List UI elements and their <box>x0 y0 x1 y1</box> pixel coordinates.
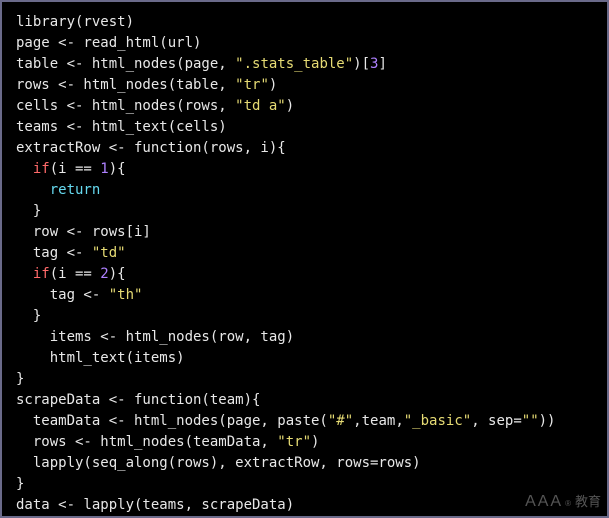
code-token: )[ <box>353 56 370 72</box>
code-line: tag <- "th" <box>16 287 142 303</box>
code-token: } <box>33 308 41 324</box>
code-token: tag <- <box>33 245 92 261</box>
code-token: teams <- html_text(cells) <box>16 119 227 135</box>
code-line: tag <- "td" <box>16 245 126 261</box>
code-line: page <- read_html(url) <box>16 35 201 51</box>
code-token: ".stats_table" <box>235 56 353 72</box>
code-token: return <box>50 182 101 198</box>
code-line: rows <- html_nodes(teamData, "tr") <box>16 434 319 450</box>
code-token: lapply(seq_along(rows), extractRow, rows… <box>33 455 421 471</box>
code-token: } <box>16 476 24 492</box>
code-line: } <box>16 476 24 492</box>
code-token: "td" <box>92 245 126 261</box>
code-token: items <- html_nodes(row, tag) <box>50 329 294 345</box>
code-line: } <box>16 371 24 387</box>
code-token: cells <- html_nodes(rows, <box>16 98 235 114</box>
code-line: html_text(items) <box>16 350 185 366</box>
code-line: extractRow <- function(rows, i){ <box>16 140 286 156</box>
code-line: if(i == 1){ <box>16 161 126 177</box>
code-token: , sep= <box>471 413 522 429</box>
code-token: extractRow <- function(rows, i){ <box>16 140 286 156</box>
code-line: if(i == 2){ <box>16 266 126 282</box>
code-token: ) <box>286 98 294 114</box>
code-line: } <box>16 203 41 219</box>
code-token: ) <box>311 434 319 450</box>
code-token: library(rvest) <box>16 14 134 30</box>
code-line: data <- lapply(teams, scrapeData) <box>16 497 294 513</box>
code-token: rows <- html_nodes(teamData, <box>33 434 277 450</box>
code-line: teams <- html_text(cells) <box>16 119 227 135</box>
code-line: } <box>16 308 41 324</box>
code-line: row <- rows[i] <box>16 224 151 240</box>
code-token: } <box>16 371 24 387</box>
code-token: html_text(items) <box>50 350 185 366</box>
code-token: ) <box>269 77 277 93</box>
code-token: (i == <box>50 161 101 177</box>
code-token: "tr" <box>235 77 269 93</box>
code-token: 1 <box>100 161 108 177</box>
code-block: library(rvest) page <- read_html(url) ta… <box>16 12 593 516</box>
code-token: table <- html_nodes(page, <box>16 56 235 72</box>
code-token: rows <- html_nodes(table, <box>16 77 235 93</box>
code-token: scrapeData <- function(team){ <box>16 392 260 408</box>
code-token: if <box>33 266 50 282</box>
code-token: ,team, <box>353 413 404 429</box>
code-line: scrapeData <- function(team){ <box>16 392 260 408</box>
code-line: cells <- html_nodes(rows, "td a") <box>16 98 294 114</box>
code-line: table <- html_nodes(page, ".stats_table"… <box>16 56 387 72</box>
code-token: } <box>33 203 41 219</box>
code-token: tag <- <box>50 287 109 303</box>
code-token: data <- lapply(teams, scrapeData) <box>16 497 294 513</box>
code-token: "#" <box>328 413 353 429</box>
code-token: 2 <box>100 266 108 282</box>
code-token: )) <box>539 413 556 429</box>
code-line: lapply(seq_along(rows), extractRow, rows… <box>16 455 421 471</box>
code-token: page <- read_html(url) <box>16 35 201 51</box>
code-token: "td a" <box>235 98 286 114</box>
code-token: "tr" <box>277 434 311 450</box>
code-token: ] <box>378 56 386 72</box>
code-token: row <- rows[i] <box>33 224 151 240</box>
code-line: rows <- html_nodes(table, "tr") <box>16 77 277 93</box>
code-token: if <box>33 161 50 177</box>
code-token: ){ <box>109 161 126 177</box>
code-token: "th" <box>109 287 143 303</box>
code-line: items <- html_nodes(row, tag) <box>16 329 294 345</box>
code-token: teamData <- html_nodes(page, paste( <box>33 413 328 429</box>
code-token: "" <box>522 413 539 429</box>
code-editor-panel: library(rvest) page <- read_html(url) ta… <box>0 0 609 518</box>
code-line: teamData <- html_nodes(page, paste("#",t… <box>16 413 555 429</box>
code-token: (i == <box>50 266 101 282</box>
code-token: ){ <box>109 266 126 282</box>
code-line: library(rvest) <box>16 14 134 30</box>
code-line: return <box>16 182 100 198</box>
code-token: "_basic" <box>404 413 471 429</box>
